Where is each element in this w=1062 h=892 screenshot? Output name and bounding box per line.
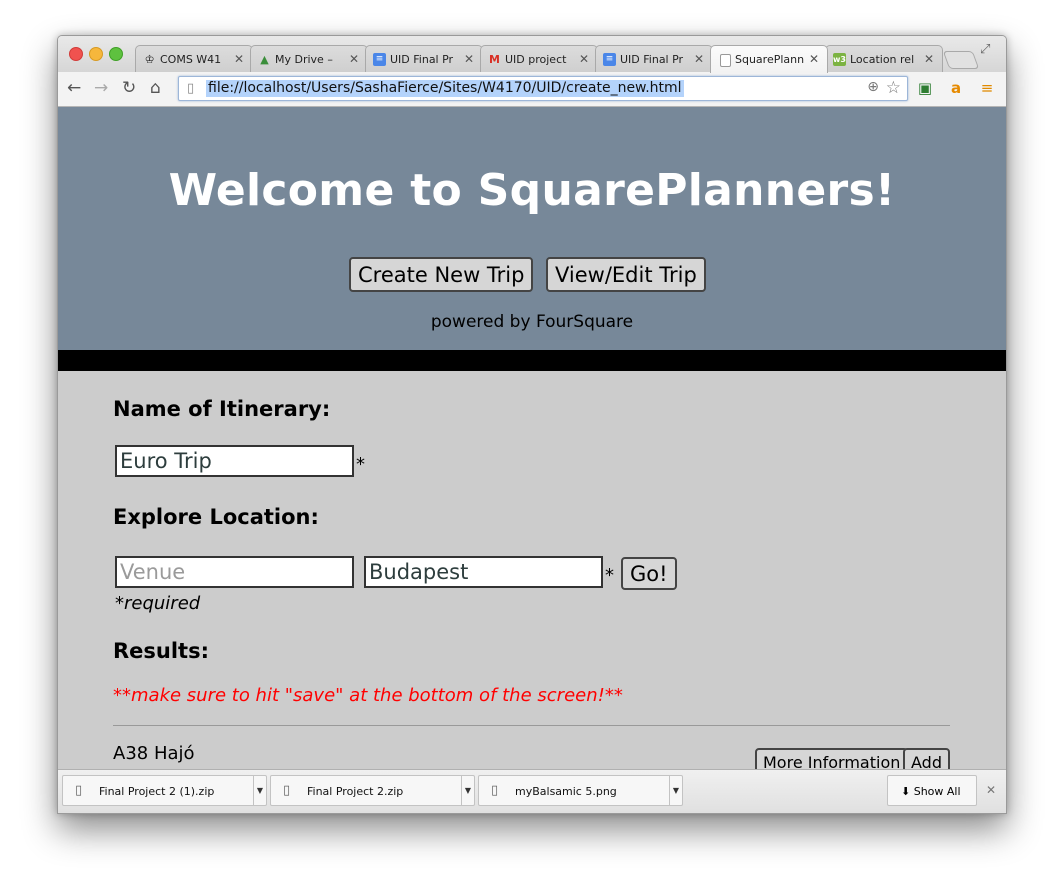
results-label: Results: <box>113 639 209 663</box>
close-icon[interactable]: ✕ <box>809 52 819 66</box>
download-arrow-icon: ⬇ <box>901 785 911 798</box>
address-bar[interactable]: ▯ file://localhost/Users/SashaFierce/Sit… <box>178 76 908 101</box>
powered-by-text: powered by FourSquare <box>430 312 634 332</box>
browser-toolbar: ← → ↻ ⌂ ▯ file://localhost/Users/SashaFi… <box>58 72 1006 107</box>
more-information-button[interactable]: More Information <box>755 748 909 769</box>
chevron-down-icon[interactable]: ▼ <box>461 776 474 805</box>
tab-title: UID Final Pr <box>390 53 454 66</box>
site-header: Welcome to SquarePlanners! Create New Tr… <box>58 107 1006 350</box>
amazon-icon[interactable]: a <box>946 78 966 98</box>
home-icon[interactable]: ⌂ <box>150 78 161 98</box>
go-button[interactable]: Go! <box>621 557 677 590</box>
zip-file-icon: ▯ <box>75 783 83 798</box>
create-new-trip-button[interactable]: Create New Trip <box>349 257 534 292</box>
tab-title: SquarePlann <box>735 53 805 66</box>
google-docs-icon: ≡ <box>373 53 386 66</box>
url-text[interactable]: file://localhost/Users/SashaFierce/Sites… <box>206 80 684 97</box>
page-icon: ▯ <box>187 81 195 96</box>
venue-input[interactable] <box>115 556 354 588</box>
show-all-downloads-button[interactable]: ⬇ Show All <box>887 775 977 806</box>
image-file-icon: ▯ <box>491 783 499 798</box>
add-button[interactable]: Add <box>903 748 950 769</box>
crown-icon: ♔ <box>144 53 155 66</box>
new-tab-button[interactable] <box>942 51 980 69</box>
zip-file-icon: ▯ <box>283 783 291 798</box>
tab-coms[interactable]: ♔ COMS W41 ✕ <box>135 45 253 72</box>
required-note: *required <box>115 593 201 614</box>
download-filename: Final Project 2 (1).zip <box>99 785 215 798</box>
google-drive-icon: ▲ <box>260 53 269 66</box>
chevron-down-icon[interactable]: ▼ <box>253 776 266 805</box>
bookmark-star-icon[interactable]: ☆ <box>886 78 901 98</box>
fullscreen-icon[interactable]: ⤢ <box>980 42 990 57</box>
tab-title: Location rel <box>850 53 915 66</box>
close-icon[interactable]: ✕ <box>464 52 474 66</box>
back-arrow-icon[interactable]: ← <box>67 78 81 98</box>
page-title: Welcome to SquarePlanners! <box>168 165 896 216</box>
close-window-button[interactable] <box>69 47 83 61</box>
gmail-icon: M <box>489 53 500 66</box>
download-filename: Final Project 2.zip <box>307 785 404 798</box>
result-venue-name: A38 Hajó <box>113 743 195 764</box>
results-divider <box>113 725 950 726</box>
close-icon[interactable]: ✕ <box>234 52 244 66</box>
reload-icon[interactable]: ↻ <box>122 78 136 98</box>
tab-title: My Drive – <box>275 53 333 66</box>
close-icon[interactable]: ✕ <box>579 52 589 66</box>
required-asterisk: * <box>605 565 614 586</box>
header-divider <box>58 350 1006 371</box>
download-filename: myBalsamic 5.png <box>515 785 617 798</box>
itinerary-name-label: Name of Itinerary: <box>113 397 331 421</box>
zoom-icon[interactable]: ⊕ <box>867 79 879 95</box>
tab-uid-final-1[interactable]: ≡ UID Final Pr ✕ <box>365 45 483 72</box>
itinerary-name-input[interactable] <box>115 445 354 477</box>
download-item[interactable]: ▯ Final Project 2 (1).zip ▼ <box>62 775 267 806</box>
tab-location[interactable]: w3 Location rel ✕ <box>825 45 943 72</box>
tab-title: UID Final Pr <box>620 53 684 66</box>
menu-icon[interactable]: ≡ <box>977 78 997 98</box>
tab-my-drive[interactable]: ▲ My Drive – ✕ <box>250 45 368 72</box>
google-docs-icon: ≡ <box>603 53 616 66</box>
required-asterisk: * <box>356 454 365 475</box>
tab-title: COMS W41 <box>160 53 222 66</box>
tab-squareplanners[interactable]: SquarePlann ✕ <box>710 45 828 73</box>
download-item[interactable]: ▯ Final Project 2.zip ▼ <box>270 775 475 806</box>
close-icon[interactable]: ✕ <box>694 52 704 66</box>
save-notice: **make sure to hit "save" at the bottom … <box>113 685 623 706</box>
browser-window: ♔ COMS W41 ✕ ▲ My Drive – ✕ ≡ UID Final … <box>57 35 1007 814</box>
show-all-label: Show All <box>913 785 961 798</box>
explore-location-label: Explore Location: <box>113 505 319 529</box>
zoom-window-button[interactable] <box>109 47 123 61</box>
close-icon[interactable]: ✕ <box>924 52 934 66</box>
page-icon <box>720 54 731 67</box>
close-icon[interactable]: ✕ <box>986 783 996 797</box>
location-input[interactable] <box>364 556 603 588</box>
tab-uid-final-2[interactable]: ≡ UID Final Pr ✕ <box>595 45 713 72</box>
extension-icon[interactable]: ▣ <box>915 78 935 98</box>
tab-strip: ♔ COMS W41 ✕ ▲ My Drive – ✕ ≡ UID Final … <box>58 36 1006 73</box>
w3c-icon: w3 <box>833 53 846 66</box>
download-bar: ▯ Final Project 2 (1).zip ▼ ▯ Final Proj… <box>58 769 1006 813</box>
minimize-window-button[interactable] <box>89 47 103 61</box>
tab-uid-project[interactable]: M UID project ✕ <box>480 45 598 72</box>
tab-title: UID project <box>505 53 567 66</box>
view-edit-trip-button[interactable]: View/Edit Trip <box>546 257 706 292</box>
forward-arrow-icon[interactable]: → <box>94 78 108 98</box>
close-icon[interactable]: ✕ <box>349 52 359 66</box>
chevron-down-icon[interactable]: ▼ <box>669 776 682 805</box>
download-item[interactable]: ▯ myBalsamic 5.png ▼ <box>478 775 683 806</box>
page-viewport: Welcome to SquarePlanners! Create New Tr… <box>58 107 1006 769</box>
